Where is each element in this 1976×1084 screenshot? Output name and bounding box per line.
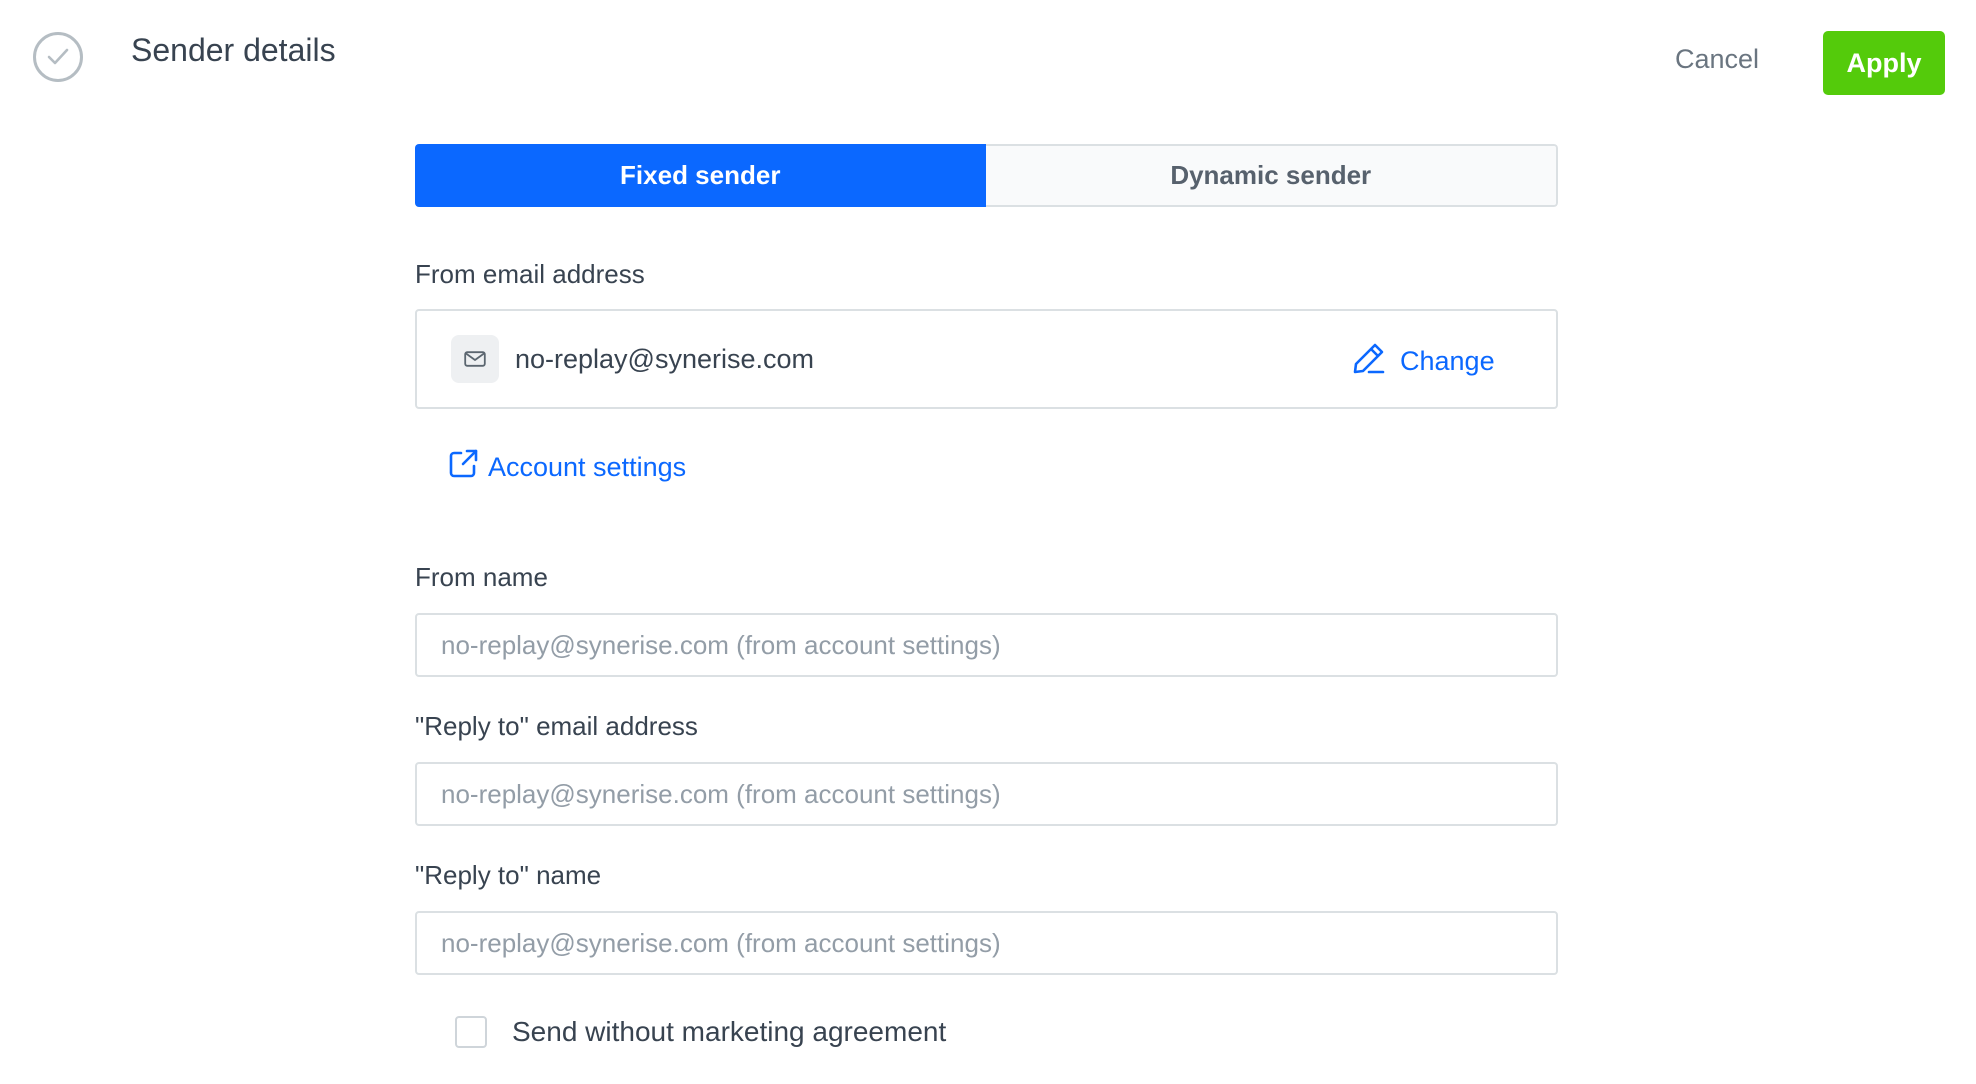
sender-type-tabs: Fixed sender Dynamic sender — [415, 144, 1558, 207]
tab-fixed-sender[interactable]: Fixed sender — [415, 144, 986, 207]
reply-to-email-label: "Reply to" email address — [415, 711, 698, 741]
from-email-label: From email address — [415, 259, 645, 289]
change-label: Change — [1400, 346, 1495, 376]
marketing-agreement-label: Send without marketing agreement — [512, 1016, 947, 1047]
reply-to-name-label: "Reply to" name — [415, 860, 602, 890]
pencil-icon — [1352, 341, 1386, 382]
apply-button[interactable]: Apply — [1823, 31, 1945, 95]
from-email-card: no-replay@synerise.com Change — [415, 309, 1558, 409]
tab-dynamic-sender[interactable]: Dynamic sender — [985, 144, 1558, 207]
account-settings-label: Account settings — [488, 452, 687, 482]
from-email-value: no-replay@synerise.com — [515, 344, 815, 374]
account-settings-link[interactable]: Account settings — [447, 448, 686, 487]
reply-to-email-input[interactable] — [415, 762, 1558, 826]
check-circle-icon — [33, 32, 83, 82]
change-email-button[interactable]: Change — [1352, 341, 1495, 382]
header: Sender details Cancel Apply — [0, 0, 1976, 110]
mail-icon — [451, 335, 499, 383]
from-name-input[interactable] — [415, 613, 1558, 677]
marketing-agreement-checkbox[interactable] — [455, 1016, 487, 1048]
external-link-icon — [447, 448, 479, 487]
page-title: Sender details — [131, 32, 336, 68]
cancel-button[interactable]: Cancel — [1675, 44, 1759, 75]
reply-to-name-input[interactable] — [415, 911, 1558, 975]
from-name-label: From name — [415, 562, 548, 592]
